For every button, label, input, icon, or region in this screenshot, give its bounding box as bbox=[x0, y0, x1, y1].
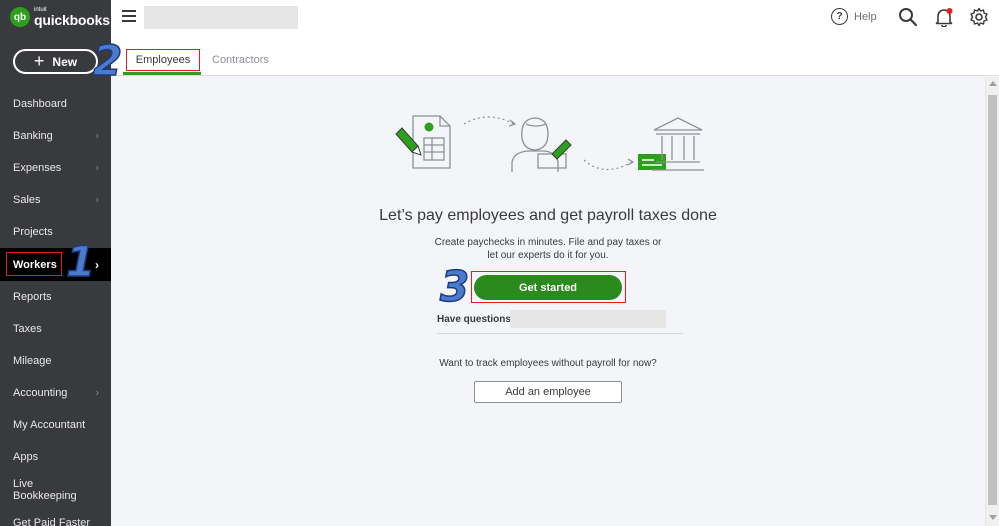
payroll-illustration bbox=[395, 115, 704, 172]
sidebar-item-mileage[interactable]: Mileage bbox=[0, 345, 111, 377]
sidebar-item-apps[interactable]: Apps bbox=[0, 441, 111, 473]
help-label: Help bbox=[854, 10, 877, 23]
page-headline: Let’s pay employees and get payroll taxe… bbox=[379, 207, 717, 224]
step-number-3: 3 bbox=[439, 262, 470, 311]
divider bbox=[437, 333, 683, 334]
pen-icon bbox=[551, 139, 572, 160]
bank-icon bbox=[652, 117, 704, 171]
step-number-1: 1 bbox=[65, 237, 96, 286]
sidebar-item-label: My Accountant bbox=[13, 418, 86, 431]
sidebar-item-label: Accounting bbox=[13, 386, 68, 399]
sidebar-item-label: Expenses bbox=[13, 162, 62, 175]
company-name-redacted bbox=[144, 6, 298, 29]
page-subtext: Create paychecks in minutes. File and pa… bbox=[111, 236, 985, 262]
active-tab-underline bbox=[123, 72, 201, 75]
chevron-right-icon: › bbox=[95, 194, 99, 206]
sidebar-item-expenses[interactable]: Expenses › bbox=[0, 152, 111, 184]
subtext-line-2: let our experts do it for you. bbox=[487, 250, 609, 261]
scroll-thumb[interactable] bbox=[988, 95, 997, 505]
sidebar-item-label: Banking bbox=[13, 130, 53, 143]
new-button[interactable]: + New bbox=[13, 49, 98, 74]
hamburger-menu-icon[interactable] bbox=[122, 10, 136, 22]
chevron-right-icon: › bbox=[95, 162, 99, 174]
tab-employees[interactable]: Employees bbox=[126, 49, 200, 71]
tab-bar: Employees Contractors bbox=[111, 34, 999, 76]
bell-icon[interactable] bbox=[934, 7, 954, 27]
vertical-scrollbar[interactable] bbox=[985, 77, 999, 526]
plus-icon: + bbox=[33, 50, 45, 71]
sidebar-item-banking[interactable]: Banking › bbox=[0, 120, 111, 152]
track-employees-text: Want to track employees without payroll … bbox=[439, 358, 657, 369]
sidebar-item-label: Reports bbox=[13, 290, 52, 303]
sidebar-item-label: Sales bbox=[13, 194, 41, 207]
get-started-button[interactable]: Get started bbox=[474, 275, 622, 300]
sidebar-item-label: Dashboard bbox=[13, 98, 67, 111]
chevron-right-icon: › bbox=[95, 387, 99, 399]
sidebar-item-label: Taxes bbox=[13, 322, 42, 335]
logo-wordmark: intuit quickbooks bbox=[34, 7, 110, 27]
logo-quickbooks-text: quickbooks bbox=[34, 12, 110, 28]
pencil-icon bbox=[395, 127, 422, 156]
tab-contractors-label: Contractors bbox=[212, 54, 269, 66]
tab-employees-label: Employees bbox=[135, 54, 191, 66]
sidebar-item-sales[interactable]: Sales › bbox=[0, 184, 111, 216]
sidebar-item-live-bookkeeping[interactable]: Live Bookkeeping bbox=[0, 473, 111, 507]
scroll-down-arrow-icon[interactable] bbox=[989, 515, 997, 520]
qb-logo-icon: qb bbox=[10, 7, 30, 27]
gear-icon[interactable] bbox=[969, 7, 989, 27]
tab-contractors[interactable]: Contractors bbox=[212, 54, 269, 66]
question-circle-icon: ? bbox=[831, 8, 848, 25]
contact-info-redacted bbox=[510, 310, 666, 328]
help-button[interactable]: ? Help bbox=[831, 8, 877, 25]
step-number-2: 2 bbox=[92, 36, 123, 85]
have-questions-label: Have questions? bbox=[437, 314, 518, 325]
sidebar-item-my-accountant[interactable]: My Accountant bbox=[0, 409, 111, 441]
scroll-up-arrow-icon[interactable] bbox=[989, 81, 997, 86]
top-bar: ? Help bbox=[111, 0, 999, 34]
sidebar-nav: Dashboard Banking › Expenses › Sales › Proj… bbox=[0, 88, 111, 526]
sidebar-item-dashboard[interactable]: Dashboard bbox=[0, 88, 111, 120]
quickbooks-logo[interactable]: qb intuit quickbooks bbox=[10, 7, 110, 27]
sidebar-item-taxes[interactable]: Taxes bbox=[0, 313, 111, 345]
sidebar-item-label: Mileage bbox=[13, 354, 52, 367]
chevron-right-icon: › bbox=[95, 257, 99, 272]
add-employee-button[interactable]: Add an employee bbox=[474, 381, 622, 403]
workers-highlight-box bbox=[6, 252, 62, 277]
sidebar-item-label: Get Paid Faster bbox=[13, 517, 91, 526]
sidebar-item-accounting[interactable]: Accounting › bbox=[0, 377, 111, 409]
sidebar-item-label: Live Bookkeeping bbox=[13, 478, 77, 503]
chevron-right-icon: › bbox=[95, 130, 99, 142]
sidebar-item-label: Apps bbox=[13, 451, 39, 464]
new-button-label: New bbox=[52, 54, 78, 69]
person-icon bbox=[511, 117, 567, 172]
subtext-line-1: Create paychecks in minutes. File and pa… bbox=[434, 237, 662, 248]
sidebar-item-label: Projects bbox=[13, 226, 53, 239]
sidebar-item-get-paid-faster[interactable]: Get Paid Faster bbox=[0, 507, 111, 526]
search-icon[interactable] bbox=[898, 7, 918, 27]
